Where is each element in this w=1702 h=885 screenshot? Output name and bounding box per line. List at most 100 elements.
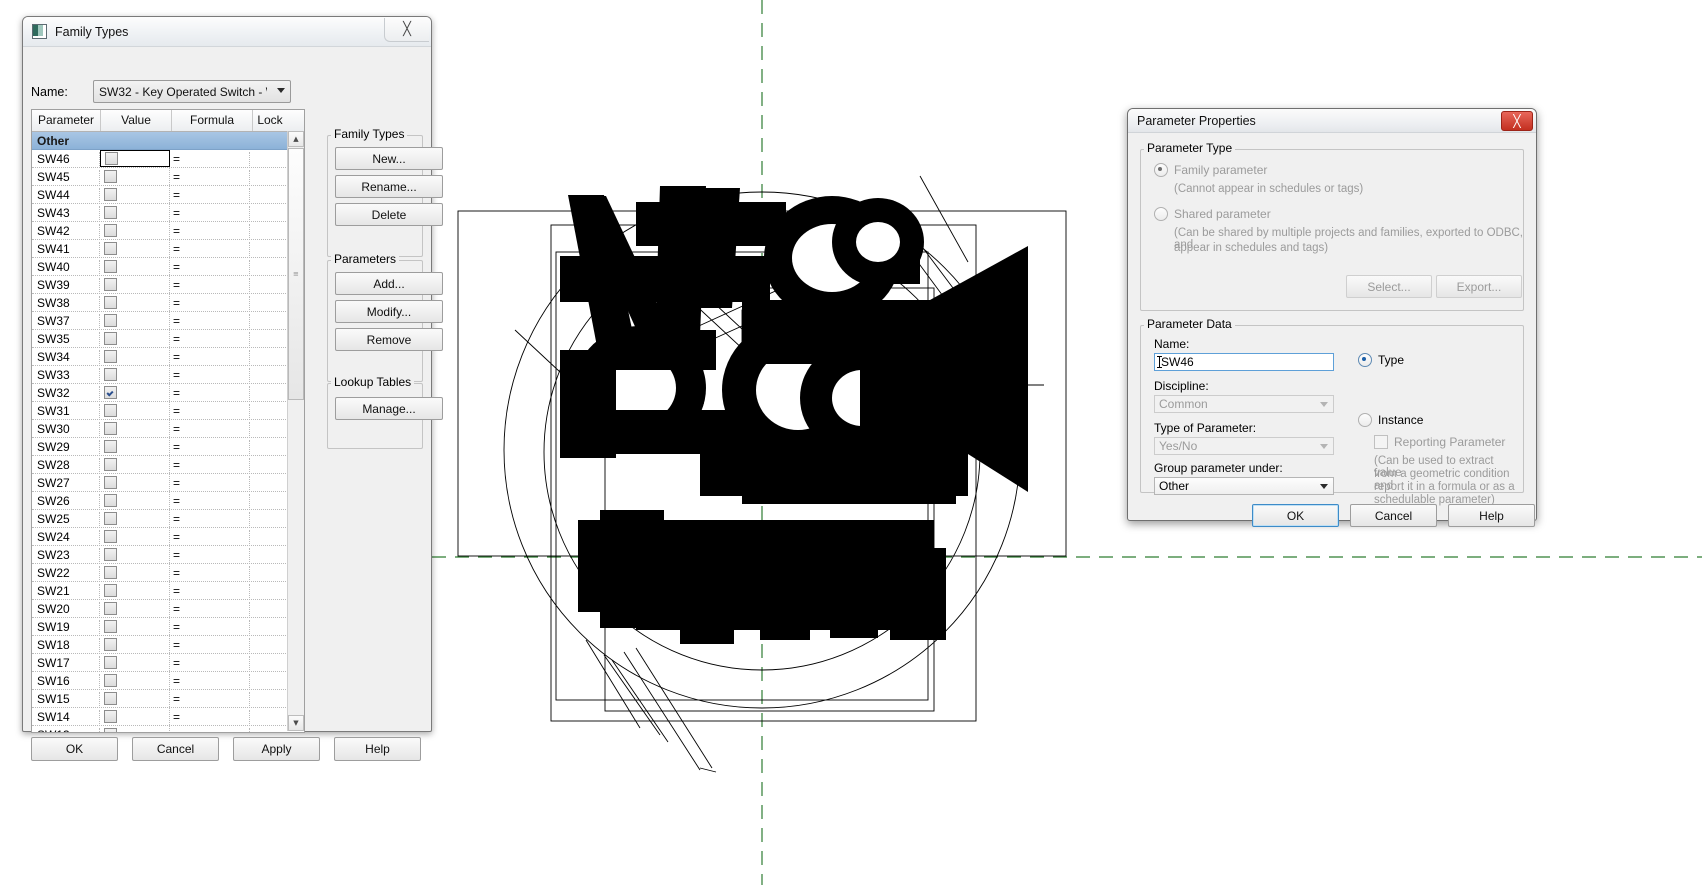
cancel-button[interactable]: Cancel bbox=[1350, 504, 1437, 527]
parameter-name-cell[interactable]: SW15 bbox=[32, 691, 100, 706]
parameter-value-checkbox[interactable] bbox=[104, 368, 117, 381]
table-row[interactable]: SW31 = bbox=[32, 402, 304, 420]
parameter-value-checkbox[interactable] bbox=[104, 170, 117, 183]
parameters-grid-scrollbar[interactable]: ▲ ≡ ▼ bbox=[287, 131, 304, 731]
parameter-name-cell[interactable]: SW25 bbox=[32, 511, 100, 526]
parameter-formula-cell[interactable]: = bbox=[170, 619, 250, 634]
table-row[interactable]: SW17 = bbox=[32, 654, 304, 672]
parameter-formula-cell[interactable]: = bbox=[170, 493, 250, 508]
parameter-formula-cell[interactable]: = bbox=[170, 601, 250, 616]
table-row[interactable]: SW19 = bbox=[32, 618, 304, 636]
parameter-formula-cell[interactable]: = bbox=[170, 187, 250, 202]
table-row[interactable]: SW27 = bbox=[32, 474, 304, 492]
parameter-name-cell[interactable]: SW46 bbox=[32, 151, 100, 166]
parameter-formula-cell[interactable]: = bbox=[170, 367, 250, 382]
parameter-value-cell[interactable] bbox=[100, 546, 170, 563]
parameter-value-cell[interactable] bbox=[100, 438, 170, 455]
parameter-value-cell[interactable] bbox=[100, 402, 170, 419]
parameter-group-header-other[interactable]: Other ▴▴ bbox=[32, 132, 304, 150]
parameter-value-checkbox[interactable] bbox=[104, 602, 117, 615]
table-row[interactable]: SW18 = bbox=[32, 636, 304, 654]
table-row[interactable]: SW15 = bbox=[32, 690, 304, 708]
parameter-value-cell[interactable] bbox=[100, 366, 170, 383]
column-header-parameter[interactable]: Parameter bbox=[32, 110, 101, 131]
parameter-name-cell[interactable]: SW20 bbox=[32, 601, 100, 616]
cancel-button[interactable]: Cancel bbox=[132, 737, 219, 761]
table-row[interactable]: SW13 = bbox=[32, 726, 304, 732]
parameter-formula-cell[interactable]: = bbox=[170, 637, 250, 652]
scrollbar-thumb[interactable]: ≡ bbox=[288, 148, 304, 400]
parameter-value-checkbox[interactable] bbox=[104, 530, 117, 543]
parameter-properties-titlebar[interactable]: Parameter Properties ╳ bbox=[1128, 109, 1536, 133]
parameter-formula-cell[interactable]: = bbox=[170, 529, 250, 544]
parameter-name-input[interactable]: SW46 bbox=[1154, 353, 1334, 371]
parameter-value-cell[interactable] bbox=[100, 186, 170, 203]
table-row[interactable]: SW35 = bbox=[32, 330, 304, 348]
table-row[interactable]: SW43 = bbox=[32, 204, 304, 222]
parameter-formula-cell[interactable]: = bbox=[170, 565, 250, 580]
parameter-name-cell[interactable]: SW42 bbox=[32, 223, 100, 238]
help-button[interactable]: Help bbox=[334, 737, 421, 761]
parameter-value-cell[interactable] bbox=[100, 690, 170, 707]
parameter-formula-cell[interactable]: = bbox=[170, 475, 250, 490]
parameter-value-checkbox[interactable] bbox=[104, 314, 117, 327]
parameter-value-checkbox[interactable] bbox=[104, 494, 117, 507]
parameter-name-cell[interactable]: SW29 bbox=[32, 439, 100, 454]
table-row[interactable]: SW24 = bbox=[32, 528, 304, 546]
parameter-name-cell[interactable]: SW16 bbox=[32, 673, 100, 688]
parameter-value-checkbox[interactable] bbox=[104, 584, 117, 597]
parameter-value-checkbox[interactable] bbox=[104, 692, 117, 705]
parameters-grid[interactable]: Parameter Value Formula Lock Other ▴▴ SW… bbox=[31, 109, 305, 733]
reporting-parameter-row[interactable]: Reporting Parameter bbox=[1374, 435, 1505, 449]
parameter-name-cell[interactable]: SW22 bbox=[32, 565, 100, 580]
parameter-value-cell[interactable] bbox=[100, 276, 170, 293]
table-row[interactable]: SW21 = bbox=[32, 582, 304, 600]
parameter-value-checkbox[interactable] bbox=[104, 224, 117, 237]
delete-family-type-button[interactable]: Delete bbox=[335, 203, 443, 226]
parameter-name-cell[interactable]: SW39 bbox=[32, 277, 100, 292]
rename-family-type-button[interactable]: Rename... bbox=[335, 175, 443, 198]
parameter-value-cell[interactable] bbox=[100, 636, 170, 653]
table-row[interactable]: SW25 = bbox=[32, 510, 304, 528]
scroll-up-button[interactable]: ▲ bbox=[288, 131, 304, 147]
new-family-type-button[interactable]: New... bbox=[335, 147, 443, 170]
column-header-lock[interactable]: Lock bbox=[253, 110, 287, 131]
parameter-name-cell[interactable]: SW35 bbox=[32, 331, 100, 346]
table-row[interactable]: SW46 = bbox=[32, 150, 304, 168]
ok-button[interactable]: OK bbox=[1252, 504, 1339, 527]
parameter-value-checkbox[interactable] bbox=[104, 548, 117, 561]
parameter-name-cell[interactable]: SW23 bbox=[32, 547, 100, 562]
parameter-formula-cell[interactable]: = bbox=[170, 439, 250, 454]
table-row[interactable]: SW29 = bbox=[32, 438, 304, 456]
close-icon[interactable]: ╳ bbox=[384, 18, 429, 42]
parameter-value-checkbox[interactable] bbox=[105, 152, 118, 165]
parameter-name-cell[interactable]: SW37 bbox=[32, 313, 100, 328]
type-of-parameter-dropdown[interactable]: Yes/No bbox=[1154, 437, 1334, 455]
parameter-formula-cell[interactable]: = bbox=[170, 313, 250, 328]
parameter-value-checkbox[interactable] bbox=[104, 386, 117, 399]
table-row[interactable]: SW38 = bbox=[32, 294, 304, 312]
parameter-name-cell[interactable]: SW44 bbox=[32, 187, 100, 202]
parameter-formula-cell[interactable]: = bbox=[170, 349, 250, 364]
parameter-name-cell[interactable]: SW38 bbox=[32, 295, 100, 310]
parameter-formula-cell[interactable]: = bbox=[170, 403, 250, 418]
family-types-titlebar[interactable]: Family Types ╳ bbox=[23, 17, 431, 47]
parameter-formula-cell[interactable]: = bbox=[170, 583, 250, 598]
parameter-value-checkbox[interactable] bbox=[104, 674, 117, 687]
table-row[interactable]: SW28 = bbox=[32, 456, 304, 474]
parameter-value-checkbox[interactable] bbox=[104, 656, 117, 669]
parameter-value-checkbox[interactable] bbox=[104, 260, 117, 273]
parameter-name-cell[interactable]: SW18 bbox=[32, 637, 100, 652]
ok-button[interactable]: OK bbox=[31, 737, 118, 761]
table-row[interactable]: SW41 = bbox=[32, 240, 304, 258]
parameter-name-cell[interactable]: SW45 bbox=[32, 169, 100, 184]
parameter-formula-cell[interactable]: = bbox=[170, 295, 250, 310]
parameter-value-cell[interactable] bbox=[100, 204, 170, 221]
table-row[interactable]: SW44 = bbox=[32, 186, 304, 204]
parameter-name-cell[interactable]: SW13 bbox=[32, 727, 100, 732]
reporting-parameter-checkbox[interactable] bbox=[1374, 435, 1388, 449]
instance-radio[interactable] bbox=[1358, 413, 1372, 427]
parameter-value-cell[interactable] bbox=[100, 222, 170, 239]
manage-lookup-tables-button[interactable]: Manage... bbox=[335, 397, 443, 420]
parameter-name-cell[interactable]: SW32 bbox=[32, 385, 100, 400]
